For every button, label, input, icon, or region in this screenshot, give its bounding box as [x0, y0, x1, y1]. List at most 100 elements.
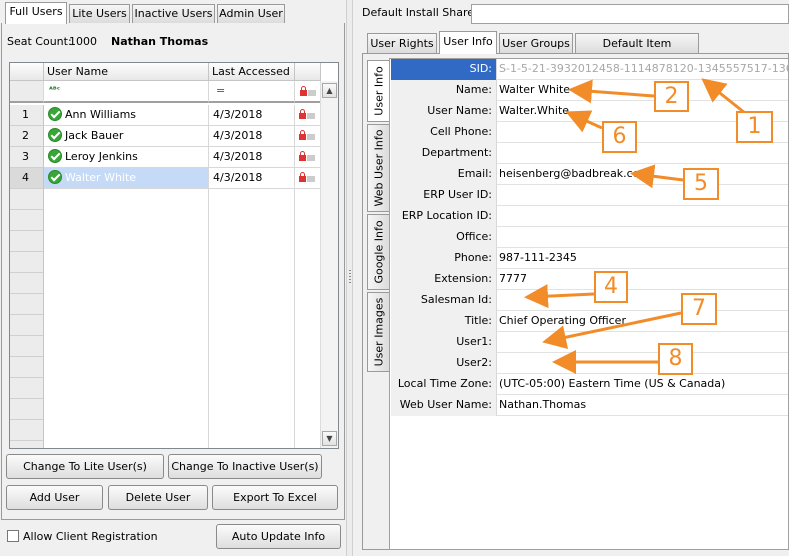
table-row[interactable]: 3 Leroy Jenkins 4/3/2018	[10, 147, 321, 168]
property-row[interactable]: Web User Name: Nathan.Thomas	[391, 395, 788, 416]
row-number: 2	[10, 126, 44, 147]
filter-lock[interactable]	[295, 81, 321, 103]
user-name-cell[interactable]: Jack Bauer	[44, 126, 209, 147]
user-name-cell[interactable]: Walter White	[44, 168, 209, 189]
filter-user-name[interactable]: ᴬᴮᶜ	[44, 81, 209, 103]
change-to-inactive-button[interactable]: Change To Inactive User(s)	[168, 454, 322, 479]
lock-cell[interactable]	[295, 168, 321, 189]
tab-user-info[interactable]: User Info	[439, 31, 497, 54]
property-row[interactable]: Extension: 7777	[391, 269, 788, 290]
scroll-up-icon[interactable]: ▲	[322, 83, 337, 98]
property-label: Cell Phone:	[391, 122, 497, 143]
tab-user-rights[interactable]: User Rights	[367, 33, 437, 53]
property-row[interactable]: ERP User ID:	[391, 185, 788, 206]
vtab-user-info[interactable]: User Info	[367, 60, 389, 122]
property-row[interactable]: User1:	[391, 332, 788, 353]
vtab-google-info[interactable]: Google Info	[367, 214, 389, 290]
vtab-user-images[interactable]: User Images	[367, 292, 389, 372]
property-value[interactable]: Chief Operating Officer	[499, 311, 626, 332]
property-row[interactable]: SID: S-1-5-21-3932012458-1114878120-13455…	[391, 59, 789, 80]
last-accessed-cell[interactable]: 4/3/2018	[209, 105, 295, 126]
property-label: Phone:	[391, 248, 497, 269]
property-row[interactable]: ERP Location ID:	[391, 206, 788, 227]
last-accessed-cell[interactable]: 4/3/2018	[209, 126, 295, 147]
lock-icon	[299, 109, 315, 119]
property-value[interactable]: heisenberg@badbreak.com	[499, 164, 650, 185]
table-row[interactable]: 1 Ann Williams 4/3/2018	[10, 105, 321, 126]
property-value[interactable]: Walter.White	[499, 101, 569, 122]
tab-default-item-formtype[interactable]: Default Item FormType	[575, 33, 699, 69]
lock-cell[interactable]	[295, 105, 321, 126]
lock-cell[interactable]	[295, 126, 321, 147]
property-row[interactable]: Name: Walter White	[391, 80, 788, 101]
users-grid[interactable]: User Name Last Accessed ᴬᴮᶜ = 1 Ann Will…	[9, 62, 339, 449]
filter-last-accessed[interactable]: =	[209, 81, 295, 103]
property-row[interactable]: Department:	[391, 143, 788, 164]
property-label: Salesman Id:	[391, 290, 497, 311]
property-row[interactable]: Title: Chief Operating Officer	[391, 311, 788, 332]
last-accessed-cell[interactable]: 4/3/2018	[209, 147, 295, 168]
property-label: Department:	[391, 143, 497, 164]
property-row[interactable]: Salesman Id:	[391, 290, 788, 311]
property-value[interactable]: Nathan.Thomas	[499, 395, 586, 416]
tab-inactive-users[interactable]: Inactive Users	[132, 4, 215, 23]
add-user-button[interactable]: Add User	[6, 485, 103, 510]
table-row[interactable]: 2 Jack Bauer 4/3/2018	[10, 126, 321, 147]
callout-6: 6	[602, 121, 637, 153]
filter-row-header	[10, 81, 44, 103]
callout-5: 5	[683, 168, 719, 200]
column-header-last-accessed[interactable]: Last Accessed	[209, 63, 295, 81]
user-name-text: Walter White	[65, 171, 137, 184]
callout-8: 8	[658, 343, 693, 375]
splitter-grip-icon	[349, 270, 351, 284]
property-row[interactable]: User Name: Walter.White	[391, 101, 788, 122]
tab-lite-users[interactable]: Lite Users	[69, 4, 130, 23]
lock-icon	[299, 151, 315, 161]
property-row[interactable]: Office:	[391, 227, 788, 248]
property-label: Office:	[391, 227, 497, 248]
property-row[interactable]: Email: heisenberg@badbreak.com	[391, 164, 788, 185]
empty-rows	[44, 189, 209, 448]
property-value[interactable]: S-1-5-21-3932012458-1114878120-134555751…	[499, 59, 789, 80]
property-value[interactable]: (UTC-05:00) Eastern Time (US & Canada)	[499, 374, 725, 395]
scroll-down-icon[interactable]: ▼	[322, 431, 337, 446]
vtab-user-info-label: User Info	[372, 66, 385, 116]
export-to-excel-button[interactable]: Export To Excel	[212, 485, 338, 510]
tab-user-groups[interactable]: User Groups	[499, 33, 573, 53]
default-install-share-input[interactable]	[471, 4, 789, 24]
property-row[interactable]: Cell Phone:	[391, 122, 788, 143]
callout-4: 4	[594, 271, 628, 303]
change-to-lite-button[interactable]: Change To Lite User(s)	[6, 454, 164, 479]
user-name-text: Jack Bauer	[65, 129, 124, 142]
active-check-icon	[48, 170, 62, 184]
property-row[interactable]: User2:	[391, 353, 788, 374]
active-check-icon	[48, 128, 62, 142]
delete-user-button[interactable]: Delete User	[108, 485, 208, 510]
column-header-lock[interactable]	[295, 63, 321, 81]
property-row[interactable]: Phone: 987-111-2345	[391, 248, 788, 269]
vtab-web-user-info-label: Web User Info	[372, 129, 385, 207]
user-name-cell[interactable]: Leroy Jenkins	[44, 147, 209, 168]
tab-admin-user[interactable]: Admin User	[217, 4, 285, 23]
column-header-user-name[interactable]: User Name	[44, 63, 209, 81]
grid-corner-header	[10, 63, 44, 81]
property-row[interactable]: Local Time Zone: (UTC-05:00) Eastern Time…	[391, 374, 788, 395]
property-value[interactable]: 7777	[499, 269, 527, 290]
property-value[interactable]: 987-111-2345	[499, 248, 577, 269]
left-panel: Full Users Lite Users Inactive Users Adm…	[0, 0, 346, 556]
auto-update-info-button[interactable]: Auto Update Info	[216, 524, 341, 549]
vtab-web-user-info[interactable]: Web User Info	[367, 124, 389, 212]
table-row-selected[interactable]: 4 Walter White 4/3/2018	[10, 168, 321, 189]
tab-full-users[interactable]: Full Users	[5, 2, 67, 24]
allow-client-registration-checkbox[interactable]	[7, 530, 19, 542]
active-check-icon	[48, 149, 62, 163]
last-accessed-cell[interactable]: 4/3/2018	[209, 168, 295, 189]
user-name-cell[interactable]: Ann Williams	[44, 105, 209, 126]
property-value[interactable]: Walter White	[499, 80, 570, 101]
panel-splitter[interactable]	[346, 0, 353, 556]
property-label: ERP Location ID:	[391, 206, 497, 227]
lock-cell[interactable]	[295, 147, 321, 168]
grid-vertical-scrollbar[interactable]: ▲ ▼	[320, 81, 338, 448]
property-label: Name:	[391, 80, 497, 101]
property-label: Title:	[391, 311, 497, 332]
